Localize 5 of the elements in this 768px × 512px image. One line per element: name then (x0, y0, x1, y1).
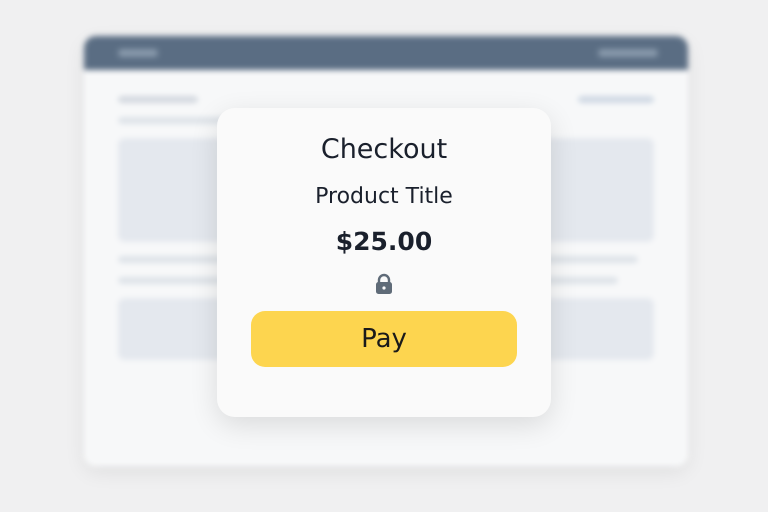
checkout-title: Checkout (320, 134, 448, 166)
pay-button[interactable]: Pay (251, 310, 517, 367)
price-text: $25.00 (336, 226, 432, 257)
lock-icon (375, 272, 393, 295)
product-title: Product Title (315, 184, 453, 211)
